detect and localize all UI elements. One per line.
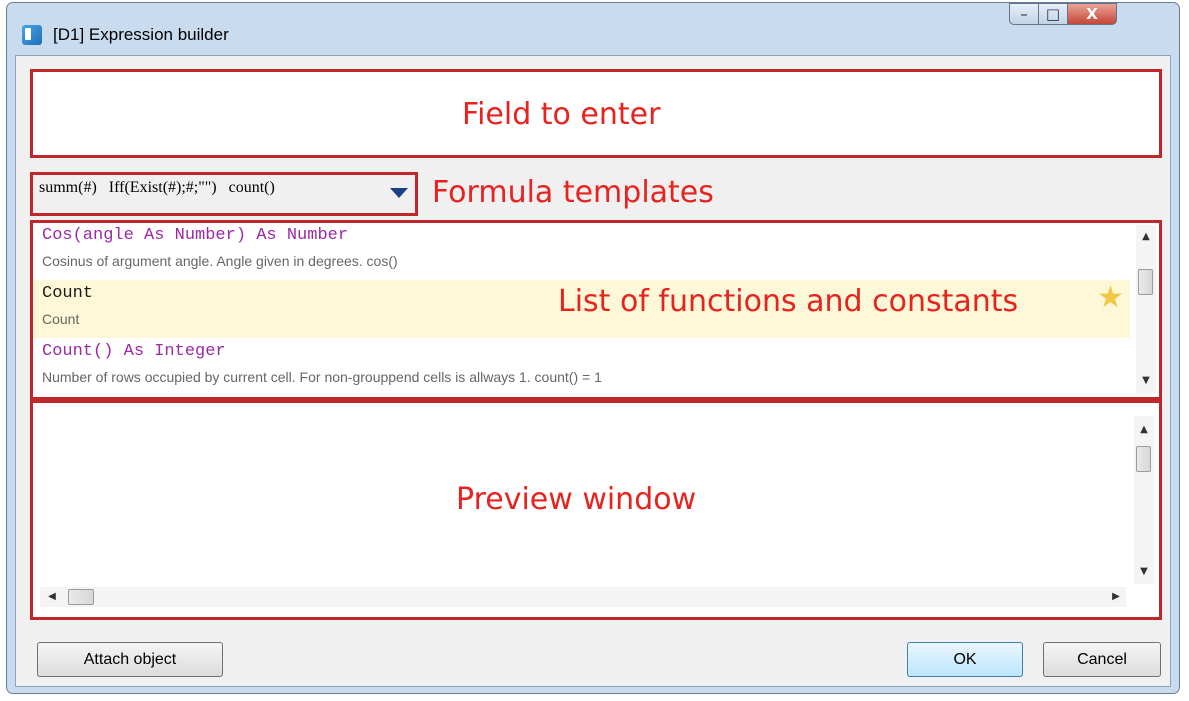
templates-annotation-frame	[30, 172, 418, 216]
close-icon: X	[1086, 5, 1098, 23]
list-annotation-label: List of functions and constants	[558, 284, 1019, 319]
window-title: [D1] Expression builder	[53, 25, 229, 44]
close-button[interactable]: X	[1067, 3, 1117, 25]
title-bar[interactable]: [D1] Expression builder – □ X	[7, 3, 1179, 55]
ok-button[interactable]: OK	[907, 642, 1023, 677]
maximize-icon: □	[1045, 5, 1061, 23]
cancel-button[interactable]: Cancel	[1043, 642, 1161, 677]
maximize-button[interactable]: □	[1038, 3, 1068, 25]
preview-annotation-label: Preview window	[456, 482, 697, 517]
minimize-icon: –	[1020, 5, 1028, 23]
app-icon	[22, 25, 42, 45]
field-annotation-label: Field to enter	[462, 97, 661, 132]
templates-annotation-label: Formula templates	[432, 175, 714, 210]
attach-object-button[interactable]: Attach object	[37, 642, 223, 677]
minimize-button[interactable]: –	[1009, 3, 1039, 25]
